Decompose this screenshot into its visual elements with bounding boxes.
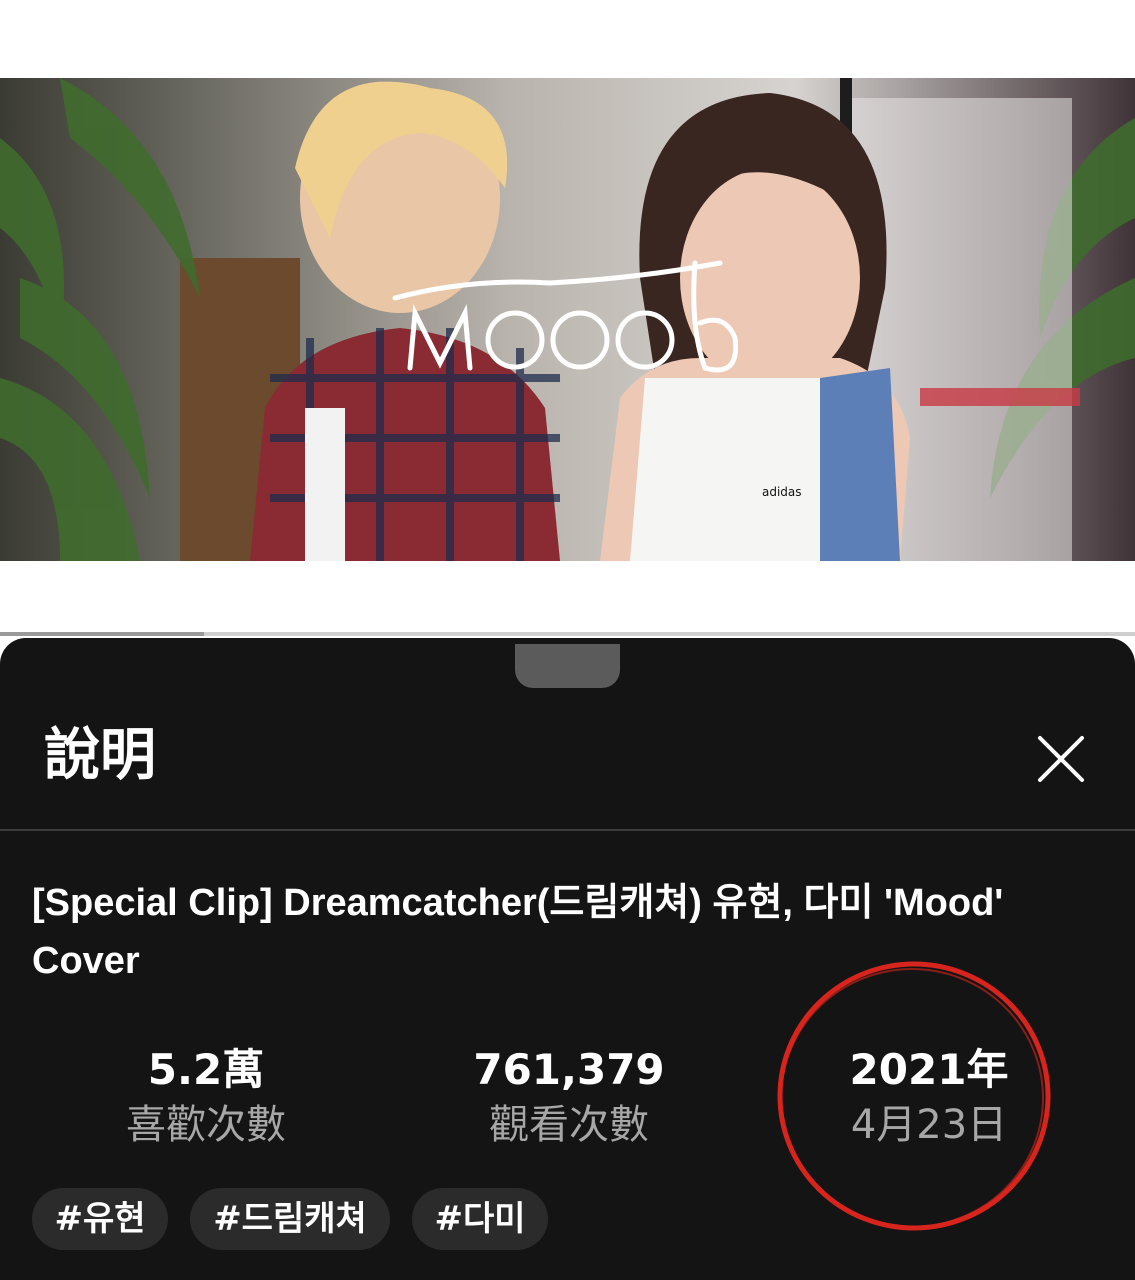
close-button[interactable] xyxy=(1026,724,1096,794)
likes-label: 喜歡次數 xyxy=(126,1102,286,1148)
views-count: 761,379 xyxy=(473,1045,665,1094)
tag-dami[interactable]: #다미 xyxy=(412,1188,548,1250)
sheet-title: 說明 xyxy=(44,723,156,788)
likes-count: 5.2萬 xyxy=(147,1045,265,1094)
player-progress-bar[interactable] xyxy=(0,632,1135,636)
drag-handle[interactable] xyxy=(515,644,620,688)
sheet-header: 說明 xyxy=(0,698,1135,829)
views-label: 觀看次數 xyxy=(489,1102,649,1148)
player-progress-fill xyxy=(0,632,205,636)
thumbnail-image: adidas xyxy=(0,78,1135,561)
svg-text:adidas: adidas xyxy=(762,485,802,499)
annotation-circle xyxy=(777,961,1051,1231)
header-divider xyxy=(0,829,1135,831)
tag-dreamcatcher[interactable]: #드림캐쳐 xyxy=(190,1188,390,1250)
tag-yuhyeon[interactable]: #유현 xyxy=(32,1188,168,1250)
description-sheet: 說明 [Special Clip] Dreamcatcher(드림캐쳐) 유현,… xyxy=(0,638,1135,1280)
stat-views: 761,379 觀看次數 xyxy=(439,1043,699,1153)
stat-likes: 5.2萬 喜歡次數 xyxy=(76,1043,336,1153)
close-icon xyxy=(1038,736,1084,782)
video-thumbnail[interactable]: adidas xyxy=(0,78,1135,561)
